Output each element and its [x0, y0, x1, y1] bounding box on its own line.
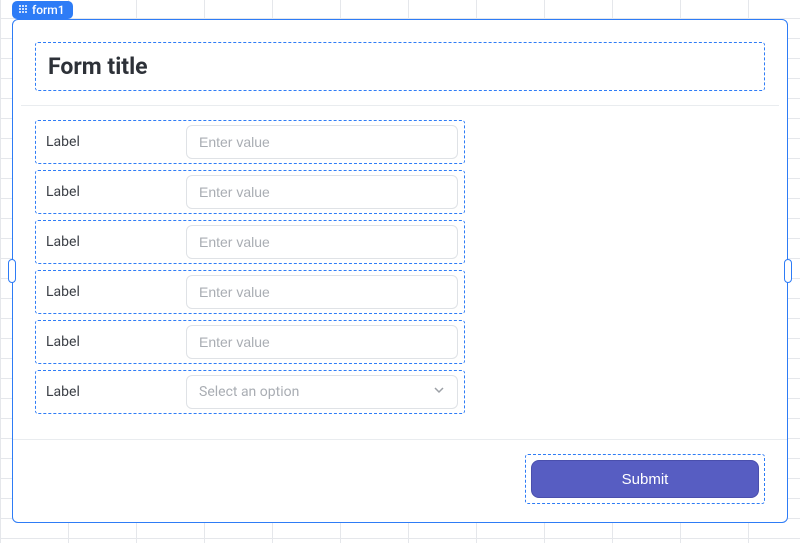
field-row[interactable]: Label [35, 220, 465, 264]
field-input[interactable] [186, 325, 458, 359]
submit-zone[interactable]: Submit [525, 454, 765, 504]
field-label: Label [42, 384, 162, 400]
field-row[interactable]: Label [35, 270, 465, 314]
field-label: Label [42, 334, 162, 350]
field-input[interactable] [186, 275, 458, 309]
resize-handle-left[interactable] [8, 259, 16, 283]
divider [21, 105, 779, 106]
field-label: Label [42, 184, 162, 200]
field-label: Label [42, 134, 162, 150]
form-title-zone[interactable]: Form title [35, 42, 765, 91]
form-title: Form title [48, 53, 752, 80]
field-input[interactable] [186, 125, 458, 159]
field-row[interactable]: Label [35, 120, 465, 164]
form-container[interactable]: Form title Label Label Label Label Label… [12, 19, 788, 523]
field-input[interactable] [186, 225, 458, 259]
field-label: Label [42, 234, 162, 250]
field-row[interactable]: Label Select an option [35, 370, 465, 414]
drag-handle-icon [18, 3, 28, 17]
form-fields: Label Label Label Label Label Label Sele… [35, 120, 465, 414]
component-tag[interactable]: form1 [12, 1, 73, 19]
field-row[interactable]: Label [35, 170, 465, 214]
chevron-down-icon [433, 384, 445, 400]
field-select[interactable]: Select an option [186, 375, 458, 409]
component-tag-label: form1 [32, 3, 65, 17]
form-footer: Submit [13, 439, 787, 522]
field-row[interactable]: Label [35, 320, 465, 364]
field-input[interactable] [186, 175, 458, 209]
resize-handle-right[interactable] [784, 259, 792, 283]
select-placeholder: Select an option [199, 384, 299, 400]
field-label: Label [42, 284, 162, 300]
submit-button[interactable]: Submit [531, 460, 759, 498]
